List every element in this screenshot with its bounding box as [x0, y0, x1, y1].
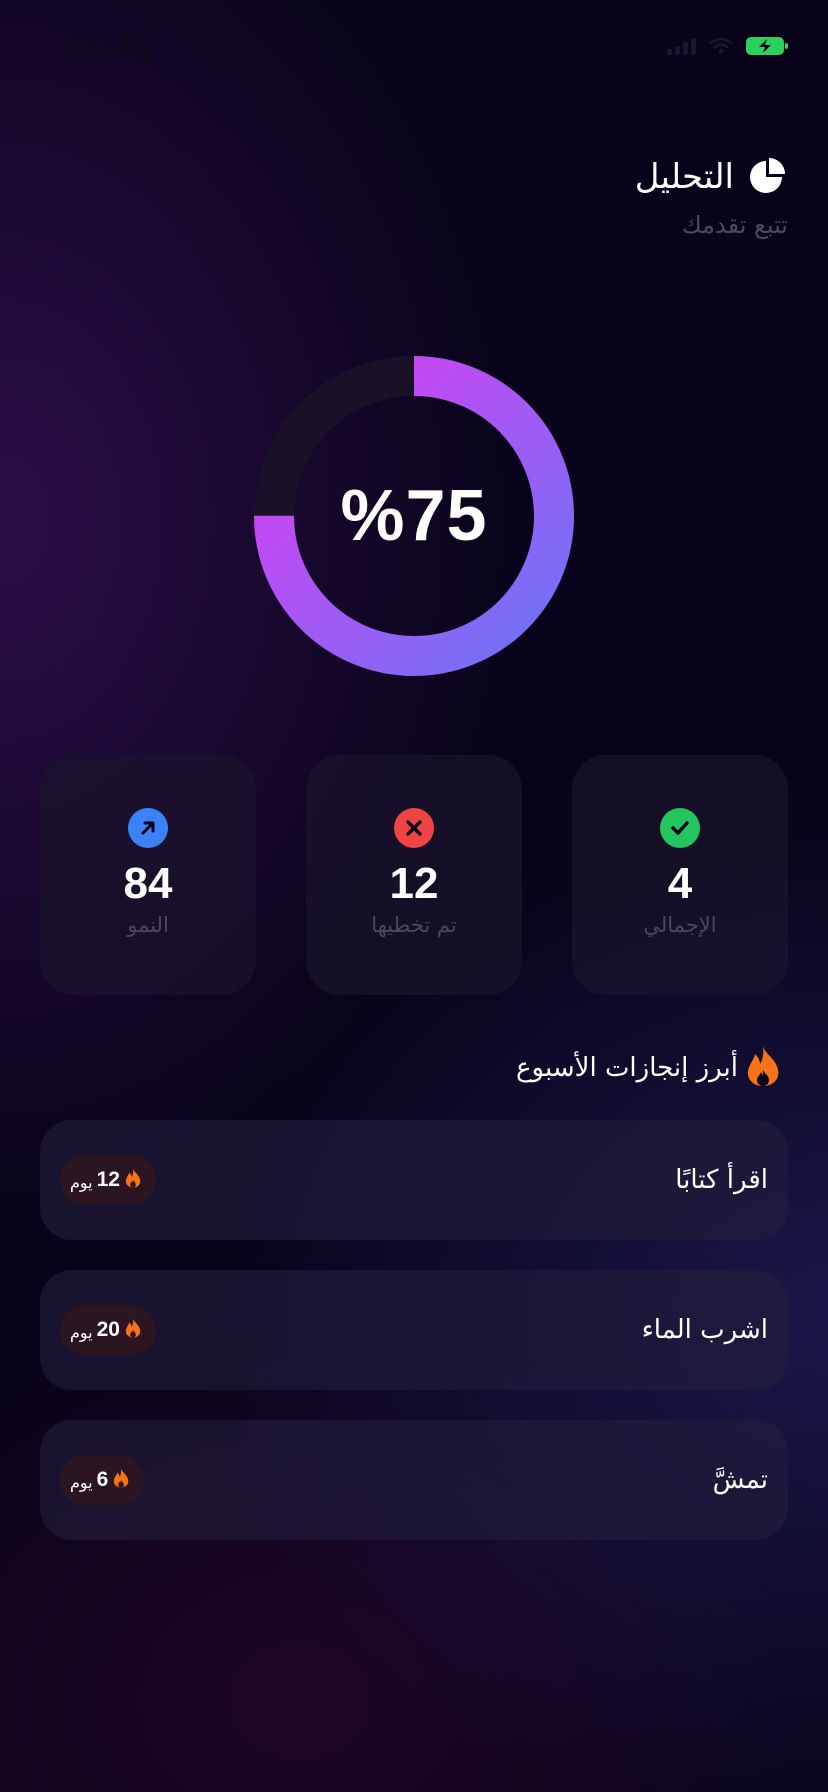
cellular-signal-icon [667, 37, 696, 55]
title-row: التحليل [635, 155, 788, 199]
habit-card-walk[interactable]: تمشَّ يوم 6 [40, 1420, 788, 1540]
section-heading: أبرز إنجازات الأسبوع [516, 1045, 782, 1091]
habit-card-read-book[interactable]: اقرأ كتابًا يوم 12 [40, 1120, 788, 1240]
habit-name: اشرب الماء [641, 1315, 768, 1345]
streak-count: 12 [96, 1168, 120, 1191]
streak-badge: يوم 20 [60, 1305, 156, 1355]
streak-count: 20 [96, 1318, 120, 1341]
check-circle-icon [660, 808, 700, 848]
stat-card-total: 4 الإجمالي [572, 755, 788, 995]
flame-icon [112, 1467, 130, 1493]
streak-unit: يوم [70, 1472, 93, 1492]
progress-value: %75 [340, 476, 488, 556]
stat-card-skipped: 12 تم تخطيها [306, 755, 522, 995]
status-time: 16:41 [64, 30, 154, 68]
streak-badge: يوم 6 [60, 1455, 145, 1505]
page-subtitle: تتبع تقدمك [681, 211, 788, 239]
stat-label-growth: النمو [127, 913, 169, 937]
stat-value-skipped: 12 [389, 859, 439, 908]
status-icons [667, 36, 788, 56]
battery-icon [746, 36, 788, 56]
habit-name: تمشَّ [712, 1465, 768, 1495]
stat-value-growth: 84 [123, 859, 173, 908]
flame-icon [124, 1317, 142, 1343]
streak-unit: يوم [70, 1172, 93, 1192]
streak-count: 6 [96, 1468, 109, 1491]
streak-badge: يوم 12 [60, 1155, 156, 1205]
habit-card-drink-water[interactable]: اشرب الماء يوم 20 [40, 1270, 788, 1390]
status-bar: 16:41 [0, 0, 828, 100]
streak-unit: يوم [70, 1322, 93, 1342]
pie-chart-icon [748, 155, 788, 199]
wifi-icon [710, 38, 732, 54]
section-title: أبرز إنجازات الأسبوع [516, 1053, 738, 1083]
arrow-up-right-icon [128, 808, 168, 848]
stat-label-total: الإجمالي [643, 913, 717, 937]
progress-ring: %75 [254, 356, 574, 676]
flame-icon [744, 1045, 782, 1091]
flame-icon [124, 1167, 142, 1193]
stat-value-total: 4 [667, 859, 693, 908]
stat-card-growth: 84 النمو [40, 755, 256, 995]
page-title: التحليل [634, 157, 734, 197]
stat-label-skipped: تم تخطيها [371, 913, 457, 937]
x-circle-icon [394, 808, 434, 848]
habit-name: اقرأ كتابًا [675, 1165, 768, 1195]
page-header: التحليل تتبع تقدمك [635, 155, 788, 239]
